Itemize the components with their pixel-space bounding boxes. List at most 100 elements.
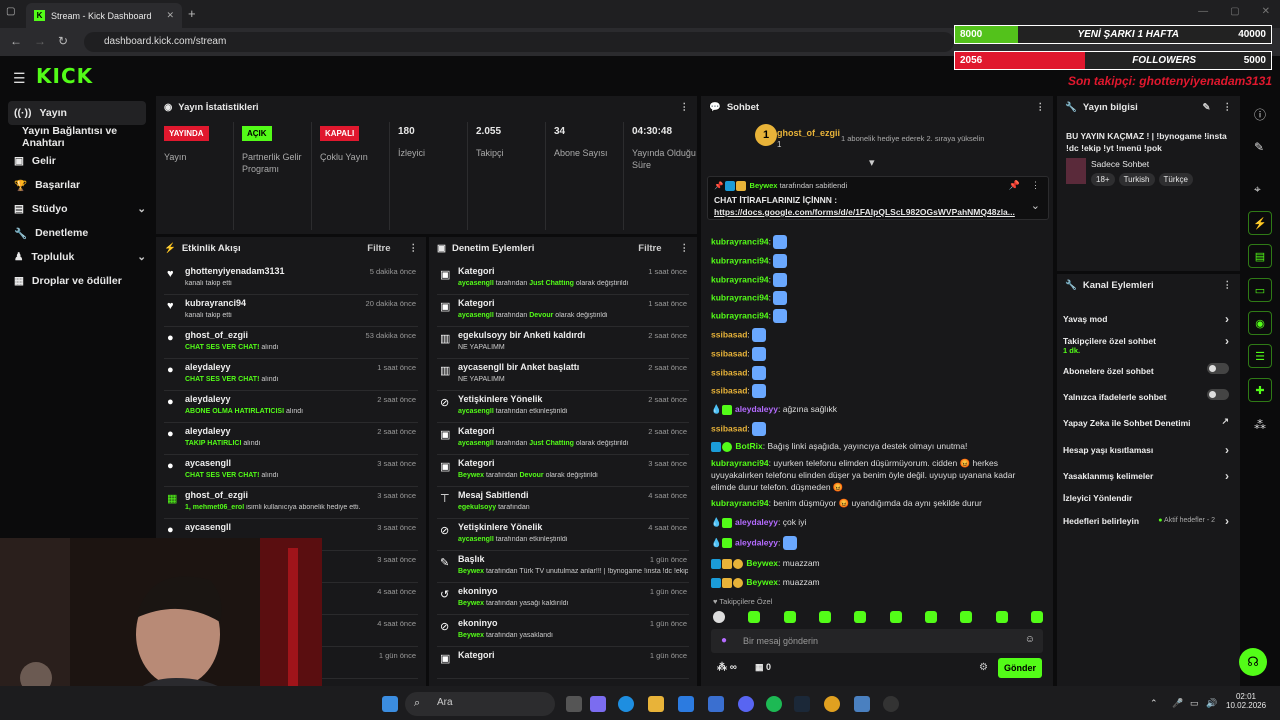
chat-username[interactable]: ssibasad [711, 348, 747, 358]
support-icon[interactable]: ☊ [1239, 648, 1267, 676]
browser-tab[interactable]: K Stream - Kick Dashboard ✕ [26, 3, 182, 28]
tag-badge[interactable]: Türkçe [1158, 173, 1193, 186]
moderation-row[interactable]: ⊘ Yetişkinlere Yönelik aycasengll tarafınd… [437, 391, 689, 423]
activity-user[interactable]: ghost_of_ezgii [185, 490, 248, 500]
chat-username[interactable]: BotRix [735, 441, 762, 451]
chevron-down-icon[interactable]: ⌄ [1031, 199, 1040, 212]
chat-input[interactable]: ● Bir mesaj gönderin ☺ [711, 629, 1043, 653]
emote-icon[interactable] [854, 611, 867, 623]
sidebar-item-denetleme[interactable]: 🔧 Denetleme [8, 221, 146, 245]
collapse-icon[interactable]: ▾ [869, 156, 875, 169]
windows-start-icon[interactable] [382, 696, 398, 712]
settings-icon[interactable]: ⚙ [979, 662, 988, 673]
activity-user[interactable]: aleydaleyy [185, 394, 231, 404]
more-icon[interactable]: ⋮ [1223, 102, 1233, 113]
community-icon[interactable]: ⁂ [1254, 418, 1266, 432]
activity-row[interactable]: ● aycasengll CHAT SES VER CHAT! alındı 3 sa… [164, 455, 418, 487]
activity-user[interactable]: ghottenyiyenadam3131 [185, 266, 285, 276]
steam-icon[interactable] [794, 696, 810, 712]
chat-username[interactable]: kubrayranci94 [711, 310, 769, 320]
activity-user[interactable]: ghost_of_ezgii [185, 330, 248, 340]
chat-username[interactable]: kubrayranci94 [711, 458, 769, 468]
maximize-icon[interactable]: ▢ [1230, 6, 1239, 17]
store-icon[interactable] [678, 696, 694, 712]
mic-icon[interactable]: ● [721, 635, 727, 646]
menu-icon[interactable]: ☰ [13, 70, 26, 87]
chat-username[interactable]: kubrayranci94 [711, 292, 769, 302]
pinned-by-user[interactable]: Beywex [750, 181, 778, 190]
emote-icon[interactable] [924, 611, 937, 623]
moderation-row[interactable]: ⊤ Mesaj Sabitlendi egekulsoyy tarafından 4 … [437, 487, 689, 519]
moderation-row[interactable]: ▥ aycasengll bir Anket başlattı NE YAPALIM… [437, 359, 689, 391]
document-icon[interactable]: ▤ [1248, 244, 1272, 268]
sidebar-item-studyo[interactable]: ▤ Stüdyo ⌄ [8, 197, 146, 221]
minimize-icon[interactable]: — [1198, 6, 1208, 17]
moderation-row[interactable]: ▣ Kategori aycasengll tarafından Just Chat… [437, 423, 689, 455]
chat-username[interactable]: kubrayranci94 [711, 236, 769, 246]
broadcast-icon[interactable]: ◉ [1248, 311, 1272, 335]
chat-username[interactable]: kubrayranci94 [711, 498, 769, 508]
moderation-row[interactable]: ⊘ ekoninyo Beywex tarafından yasaklandı 1 g… [437, 615, 689, 647]
chat-username[interactable]: ssibasad [711, 385, 747, 395]
moderation-row[interactable]: ▣ Kategori aycasengll tarafından Just Chat… [437, 263, 689, 295]
sidebar-item-stream-key[interactable]: Yayın Bağlantısı ve Anahtarı [8, 125, 146, 149]
edit-icon[interactable]: ✎ [1203, 102, 1211, 113]
kick-logo[interactable]: KICK [36, 64, 93, 88]
network-icon[interactable]: ▭ [1190, 698, 1199, 709]
emote-icon[interactable] [783, 611, 796, 623]
channel-action-item[interactable]: Yapay Zeka ile Sohbet Denetimi ↗ [1063, 416, 1235, 428]
pinned-link[interactable]: https://docs.google.com/forms/d/e/1FAIpQ… [714, 207, 1024, 217]
moderation-row[interactable]: ▣ Kategori aycasengll tarafından Devour ol… [437, 295, 689, 327]
moderation-row[interactable]: ✎ Başlık Beywex tarafından Türk TV unutulm… [437, 551, 689, 583]
chat-username[interactable]: ssibasad [711, 423, 747, 433]
wrench-icon[interactable]: ✚ [1248, 378, 1272, 402]
mic-icon[interactable]: 🎤 [1172, 698, 1183, 709]
chat-username[interactable]: aleydaleyy [735, 404, 778, 414]
chat-username[interactable]: aleydaleyy [735, 537, 778, 547]
emote-icon[interactable] [889, 611, 902, 623]
url-field[interactable]: dashboard.kick.com/stream [84, 32, 954, 52]
channel-action-item[interactable]: Yalnızca ifadelerle sohbet [1063, 389, 1235, 402]
activity-user[interactable]: aycasengll [185, 458, 231, 468]
tag-badge[interactable]: Turkish [1118, 173, 1155, 186]
reload-icon[interactable]: ↻ [58, 34, 68, 48]
copilot-icon[interactable] [590, 696, 606, 712]
back-icon[interactable]: ← [10, 34, 22, 48]
lightning-icon[interactable]: ⚡ [1248, 211, 1272, 235]
activity-row[interactable]: ● aleydaleyy TAKİP HATIRLICI alındı 2 saat … [164, 423, 418, 455]
activity-row[interactable]: ● ghost_of_ezgii CHAT SES VER CHAT! alındı… [164, 327, 418, 359]
more-icon[interactable]: ⋮ [409, 243, 419, 254]
chrome-icon[interactable] [824, 696, 840, 712]
file-explorer-icon[interactable] [648, 696, 664, 712]
sidebar-item-droplar[interactable]: ▦ Droplar ve ödüller [8, 269, 146, 293]
sidebar-item-topluluk[interactable]: ♟ Topluluk ⌄ [8, 245, 146, 269]
moderation-row[interactable]: ↺ ekoninyo Beywex tarafından yasağı kaldır… [437, 583, 689, 615]
chat-username[interactable]: Beywex [746, 577, 778, 587]
filter-button[interactable]: Filtre [367, 243, 390, 254]
activity-row[interactable]: ♥ ghottenyiyenadam3131 kanalı takip etti 5 … [164, 263, 418, 295]
app-icon[interactable] [854, 696, 870, 712]
info-icon[interactable]: ⓘ [1254, 106, 1266, 123]
more-icon[interactable]: ⋮ [680, 243, 690, 254]
channel-action-item[interactable]: Takipçilere özel sohbet 1 dk. › [1063, 334, 1235, 355]
activity-row[interactable]: ♥ kubrayranci94 kanalı takip etti 20 dakika… [164, 295, 418, 327]
chat-username[interactable]: ssibasad [711, 367, 747, 377]
chat-icon[interactable]: ▭ [1248, 278, 1272, 302]
sidebar-item-yayin[interactable]: ((·)) Yayın [8, 101, 146, 125]
emote-icon[interactable] [1030, 611, 1043, 623]
more-icon[interactable]: ⋮ [1031, 180, 1040, 191]
channel-action-item[interactable]: İzleyici Yönlendir [1063, 493, 1235, 503]
activity-row[interactable]: ▦ ghost_of_ezgii 1, mehmet06_erol isimli k… [164, 487, 418, 519]
activity-user[interactable]: aleydaleyy [185, 362, 231, 372]
clock[interactable]: 02:01 10.02.2026 [1226, 692, 1266, 710]
channel-action-item[interactable]: Hesap yaşı kısıtlaması › [1063, 443, 1235, 457]
volume-icon[interactable]: 🔊 [1206, 698, 1217, 709]
toggle-switch[interactable] [1207, 389, 1229, 400]
activity-user[interactable]: aleydaleyy [185, 426, 231, 436]
activity-row[interactable]: ● aleydaleyy ABONE OLMA HATIRLATICISI alın… [164, 391, 418, 423]
channel-action-item[interactable]: Hedefleri belirleyin ● Aktif hedefler - 2… [1063, 514, 1235, 528]
points-display[interactable]: ⁂ ∞ [717, 662, 737, 673]
chat-username[interactable]: ssibasad [711, 329, 747, 339]
obs-icon[interactable] [883, 696, 899, 712]
activity-user[interactable]: aycasengll [185, 522, 231, 532]
